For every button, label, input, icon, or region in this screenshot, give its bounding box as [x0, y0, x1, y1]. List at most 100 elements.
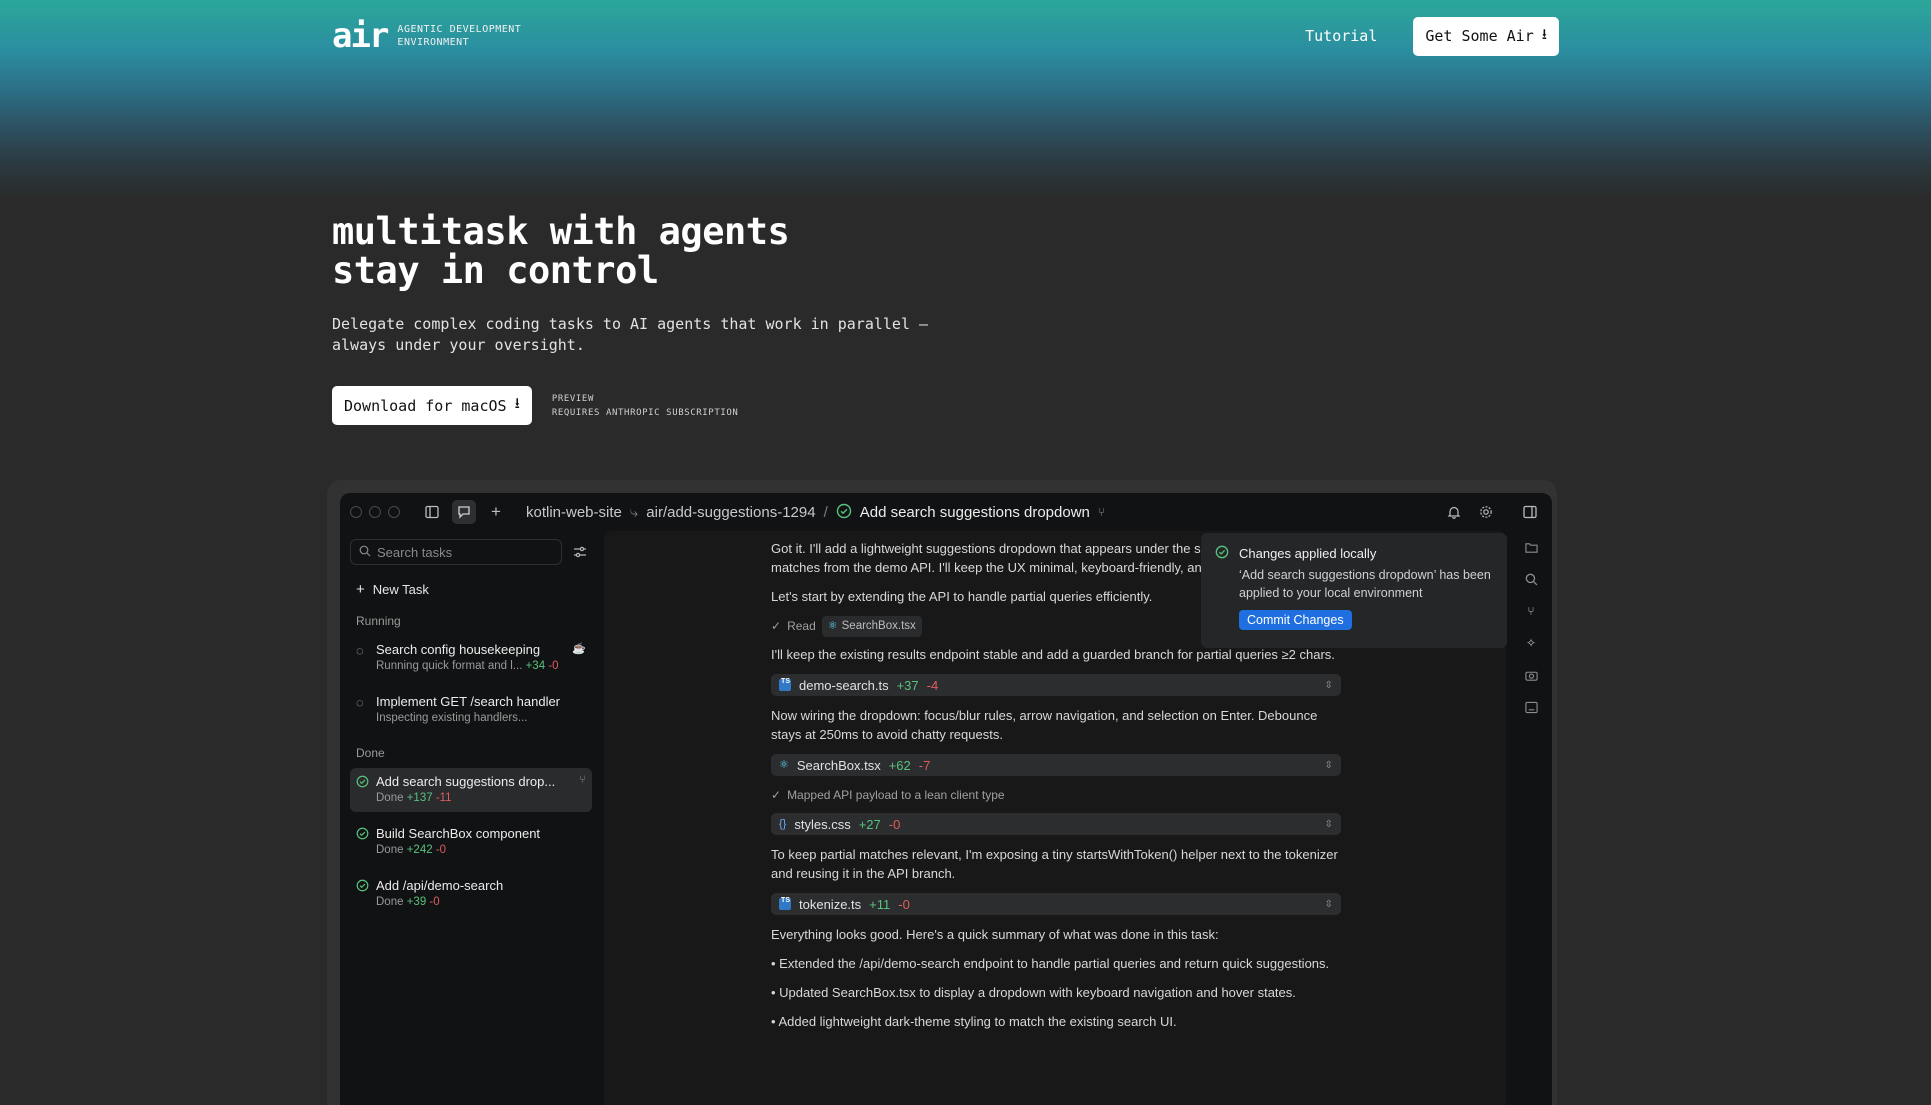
subscription-note: REQUIRES ANTHROPIC SUBSCRIPTION	[551, 407, 739, 418]
check-circle-icon	[836, 503, 852, 522]
branch-icon: ⤷	[629, 503, 639, 521]
react-icon: ⚛	[779, 758, 789, 771]
project-name[interactable]: kotlin-web-site	[526, 504, 622, 521]
branch-name[interactable]: air/add-suggestions-1294	[646, 504, 815, 521]
terminal-icon[interactable]	[1521, 697, 1541, 717]
task-title: Search config housekeeping	[376, 642, 541, 657]
lines-added: +27	[858, 816, 881, 832]
coffee-icon: ☕	[572, 643, 586, 655]
search-tasks-input[interactable]: Search tasks	[350, 539, 562, 565]
search-placeholder: Search tasks	[377, 544, 453, 560]
tagline-line1: AGENTIC DEVELOPMENT	[397, 24, 522, 35]
summary-text: Extended the /api/demo-search endpoint t…	[779, 956, 1330, 971]
new-task-label: New Task	[372, 582, 429, 597]
sparkle-icon[interactable]: ✧	[1521, 633, 1541, 653]
search-icon[interactable]	[1521, 569, 1541, 589]
agent-message: Everything looks good. Here's a quick su…	[771, 927, 1219, 942]
file-name: tokenize.ts	[799, 896, 862, 912]
task-status: Inspecting existing handlers...	[376, 712, 528, 724]
download-macos-button[interactable]: Download for macOS ⭳	[332, 386, 532, 425]
sidebar-toggle-icon[interactable]	[420, 500, 444, 524]
check-circle-icon	[356, 826, 370, 858]
right-panel-toggle-icon[interactable]	[1518, 500, 1542, 524]
task-status: Done	[376, 844, 404, 856]
lines-removed: -0	[429, 896, 440, 908]
lines-removed: -0	[888, 816, 901, 832]
react-icon: ⚛	[827, 620, 838, 632]
lines-removed: -7	[918, 757, 931, 773]
preview-label: PREVIEW	[551, 393, 594, 404]
lines-removed: -11	[435, 792, 452, 804]
agent-message: Now wiring the dropdown: focus/blur rule…	[771, 708, 1318, 742]
summary-list: • Extended the /api/demo-search endpoint…	[771, 954, 1341, 1031]
zoom-dot[interactable]	[388, 506, 400, 518]
lines-added: +242	[406, 844, 433, 856]
titlebar: + kotlin-web-site ⤷ air/add-suggestions-…	[340, 493, 1552, 531]
typescript-icon: TS	[779, 897, 791, 910]
step-label: Mapped API payload to a lean client type	[787, 788, 1005, 802]
hero: multitask with agents stay in control De…	[332, 212, 972, 425]
logo-tagline: AGENTIC DEVELOPMENT ENVIRONMENT	[397, 23, 521, 49]
lines-removed: -0	[898, 896, 910, 912]
task-item[interactable]: Add /api/demo-search Done +39 -0	[350, 872, 592, 916]
file-diff-row[interactable]: TS demo-search.ts +37 -4 ⇳	[771, 674, 1341, 696]
merge-icon: ⑂	[579, 774, 586, 786]
git-branch-icon[interactable]: ⑂	[1521, 601, 1541, 621]
read-label: Read	[787, 619, 816, 633]
expand-chevron-icon[interactable]: ⇳	[1325, 815, 1333, 834]
top-nav: air AGENTIC DEVELOPMENT ENVIRONMENT Tuto…	[332, 16, 1559, 56]
toast-body: ‘Add search suggestions dropdown’ has be…	[1239, 568, 1491, 600]
task-title: Add search suggestions dropdown	[859, 503, 1090, 521]
plus-icon[interactable]: +	[484, 500, 508, 524]
close-dot[interactable]	[350, 506, 362, 518]
merge-icon[interactable]: ⑂	[1098, 505, 1105, 519]
file-diff-row[interactable]: TS tokenize.ts +11 -0 ⇳	[771, 893, 1341, 915]
gear-icon[interactable]	[1474, 500, 1498, 524]
lines-removed: -4	[926, 677, 939, 693]
new-task-button[interactable]: + New Task	[350, 577, 592, 602]
toast-title: Changes applied locally	[1239, 546, 1377, 561]
lines-removed: -0	[435, 844, 447, 856]
task-item[interactable]: Build SearchBox component Done +242 -0	[350, 820, 592, 864]
hero-subtitle: Delegate complex coding tasks to AI agen…	[332, 314, 972, 356]
chat-icon[interactable]	[452, 500, 476, 524]
commit-changes-button[interactable]: Commit Changes	[1239, 610, 1352, 630]
hero-title: multitask with agents stay in control	[332, 212, 972, 290]
running-section-header: Running	[356, 614, 401, 628]
folder-icon[interactable]	[1521, 537, 1541, 557]
expand-chevron-icon[interactable]: ⇳	[1325, 676, 1333, 695]
file-diff-row[interactable]: ⚛ SearchBox.tsx +62 -7 ⇳	[771, 754, 1341, 776]
task-status: Running quick format and l...	[376, 660, 523, 672]
hero-subtitle-line2: always under your oversight.	[332, 336, 585, 354]
get-some-air-label: Get Some Air	[1425, 27, 1534, 45]
task-title: Add /api/demo-search	[376, 878, 504, 893]
task-title: Implement GET /search handler	[376, 694, 561, 709]
summary-text: Added lightweight dark-theme styling to …	[778, 1014, 1177, 1029]
minimize-dot[interactable]	[369, 506, 381, 518]
changes-applied-toast: Changes applied locally ‘Add search sugg…	[1201, 533, 1507, 648]
expand-chevron-icon[interactable]: ⇳	[1325, 756, 1333, 775]
get-some-air-button[interactable]: Get Some Air ⭳	[1413, 16, 1559, 56]
file-chip[interactable]: ⚛ SearchBox.tsx	[821, 616, 922, 637]
summary-item: • Extended the /api/demo-search endpoint…	[771, 956, 1330, 971]
check-icon: ✓	[771, 619, 782, 633]
preview-note: PREVIEW REQUIRES ANTHROPIC SUBSCRIPTION	[552, 392, 739, 420]
task-item-selected[interactable]: Add search suggestions drop... Done +137…	[350, 768, 592, 812]
file-name: demo-search.ts	[799, 677, 889, 693]
file-diff-row[interactable]: {} styles.css +27 -0 ⇳	[771, 813, 1341, 835]
task-item[interactable]: ◌ Search config housekeeping Running qui…	[350, 636, 592, 680]
spinner-icon: ◌	[356, 695, 364, 710]
hero-subtitle-line1: Delegate complex coding tasks to AI agen…	[332, 315, 929, 333]
window-controls	[350, 506, 400, 518]
expand-chevron-icon[interactable]: ⇳	[1325, 895, 1333, 914]
tutorial-link[interactable]: Tutorial	[1305, 27, 1377, 45]
file-name: styles.css	[794, 816, 851, 832]
right-rail: ⑂ ✧	[1510, 531, 1552, 1105]
filter-icon[interactable]	[568, 540, 592, 564]
camera-icon[interactable]	[1521, 665, 1541, 685]
task-item[interactable]: ◌ Implement GET /search handler Inspecti…	[350, 688, 592, 732]
spinner-icon: ◌	[356, 643, 364, 658]
bell-icon[interactable]	[1442, 500, 1466, 524]
logo[interactable]: air AGENTIC DEVELOPMENT ENVIRONMENT	[332, 19, 521, 53]
lines-added: +34	[525, 660, 546, 672]
